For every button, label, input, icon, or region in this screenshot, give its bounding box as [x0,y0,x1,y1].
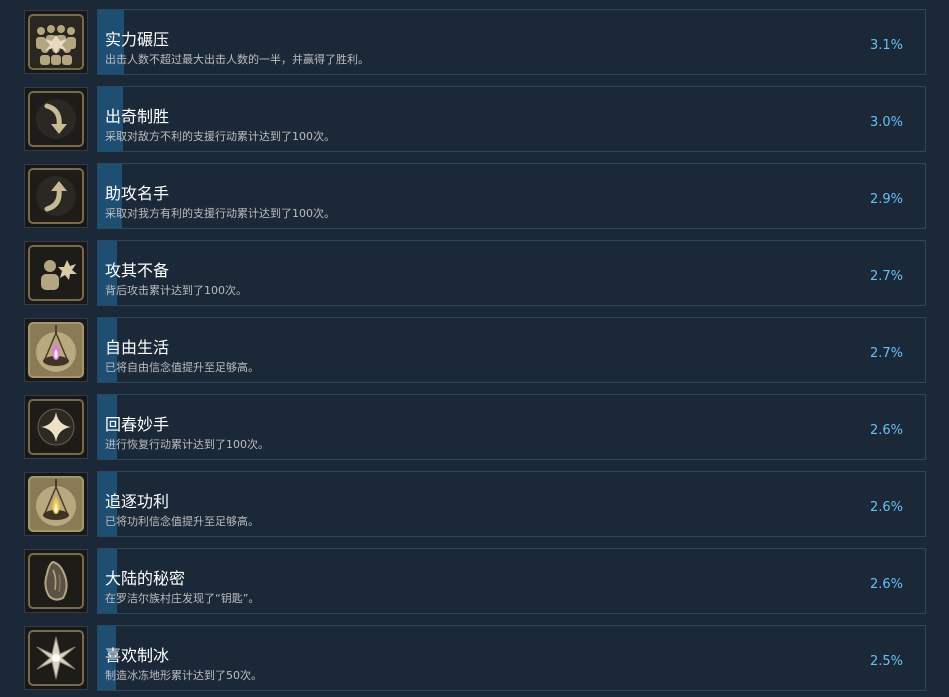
unlock-percentage: 2.6% [869,500,903,515]
achievement-description: 已将自由信念值提升至足够高。 [105,361,259,374]
achievement-panel: 追逐功利 已将功利信念值提升至足够高。 2.6% [97,471,926,537]
achievement-title: 大陆的秘密 [105,569,186,588]
achievement-row[interactable]: 回春妙手 进行恢复行动累计达到了100次。 2.6% [0,394,949,460]
achievement-panel: 回春妙手 进行恢复行动累计达到了100次。 2.6% [97,394,926,460]
achievement-title: 自由生活 [105,338,170,357]
achievement-title: 出奇制胜 [105,107,170,126]
sparkle-icon [24,395,88,459]
unlock-percentage: 2.9% [869,192,903,207]
achievement-panel: 喜欢制冰 制造冰冻地形累计达到了50次。 2.5% [97,625,926,691]
achievement-title: 助攻名手 [105,184,170,203]
achievement-row[interactable]: 助攻名手 采取对我方有利的支援行动累计达到了100次。 2.9% [0,163,949,229]
achievement-description: 进行恢复行动累计达到了100次。 [105,438,269,451]
achievement-panel: 出奇制胜 采取对敌方不利的支援行动累计达到了100次。 3.0% [97,86,926,152]
achievement-description: 采取对敌方不利的支援行动累计达到了100次。 [105,130,335,143]
unlock-percentage: 2.6% [869,577,903,592]
unlock-percentage: 3.1% [869,38,903,53]
stone-icon [24,549,88,613]
achievement-row[interactable]: 自由生活 已将自由信念值提升至足够高。 2.7% [0,317,949,383]
arrow-up-curve-icon [24,164,88,228]
achievement-description: 制造冰冻地形累计达到了50次。 [105,669,262,682]
achievement-title: 追逐功利 [105,492,170,511]
achievement-panel: 大陆的秘密 在罗洁尔族村庄发现了“钥匙”。 2.6% [97,548,926,614]
achievement-description: 采取对我方有利的支援行动累计达到了100次。 [105,207,335,220]
achievement-description: 背后攻击累计达到了100次。 [105,284,247,297]
unlock-percentage: 2.7% [869,269,903,284]
achievement-row[interactable]: 喜欢制冰 制造冰冻地形累计达到了50次。 2.5% [0,625,949,691]
achievement-row[interactable]: 大陆的秘密 在罗洁尔族村庄发现了“钥匙”。 2.6% [0,548,949,614]
achievement-panel: 自由生活 已将自由信念值提升至足够高。 2.7% [97,317,926,383]
pink-flame-lamp-icon [24,318,88,382]
achievement-panel: 攻其不备 背后攻击累计达到了100次。 2.7% [97,240,926,306]
crowd-burst-icon [24,10,88,74]
gold-flame-lamp-icon [24,472,88,536]
achievement-row[interactable]: 出奇制胜 采取对敌方不利的支援行动累计达到了100次。 3.0% [0,86,949,152]
achievement-description: 已将功利信念值提升至足够高。 [105,515,259,528]
arrow-down-curve-icon [24,87,88,151]
achievement-title: 回春妙手 [105,415,170,434]
achievement-description: 出击人数不超过最大出击人数的一半，并赢得了胜利。 [105,53,369,66]
achievement-row[interactable]: 追逐功利 已将功利信念值提升至足够高。 2.6% [0,471,949,537]
achievement-title: 攻其不备 [105,261,170,280]
achievement-row[interactable]: 攻其不备 背后攻击累计达到了100次。 2.7% [0,240,949,306]
achievement-row[interactable]: 实力碾压 出击人数不超过最大出击人数的一半，并赢得了胜利。 3.1% [0,9,949,75]
achievement-description: 在罗洁尔族村庄发现了“钥匙”。 [105,592,260,605]
person-burst-icon [24,241,88,305]
unlock-percentage: 2.6% [869,423,903,438]
achievement-title: 实力碾压 [105,30,170,49]
unlock-percentage: 2.7% [869,346,903,361]
achievement-title: 喜欢制冰 [105,646,170,665]
unlock-percentage: 2.5% [869,654,903,669]
achievement-panel: 实力碾压 出击人数不超过最大出击人数的一半，并赢得了胜利。 3.1% [97,9,926,75]
achievement-panel: 助攻名手 采取对我方有利的支援行动累计达到了100次。 2.9% [97,163,926,229]
ice-star-icon [24,626,88,690]
unlock-percentage: 3.0% [869,115,903,130]
